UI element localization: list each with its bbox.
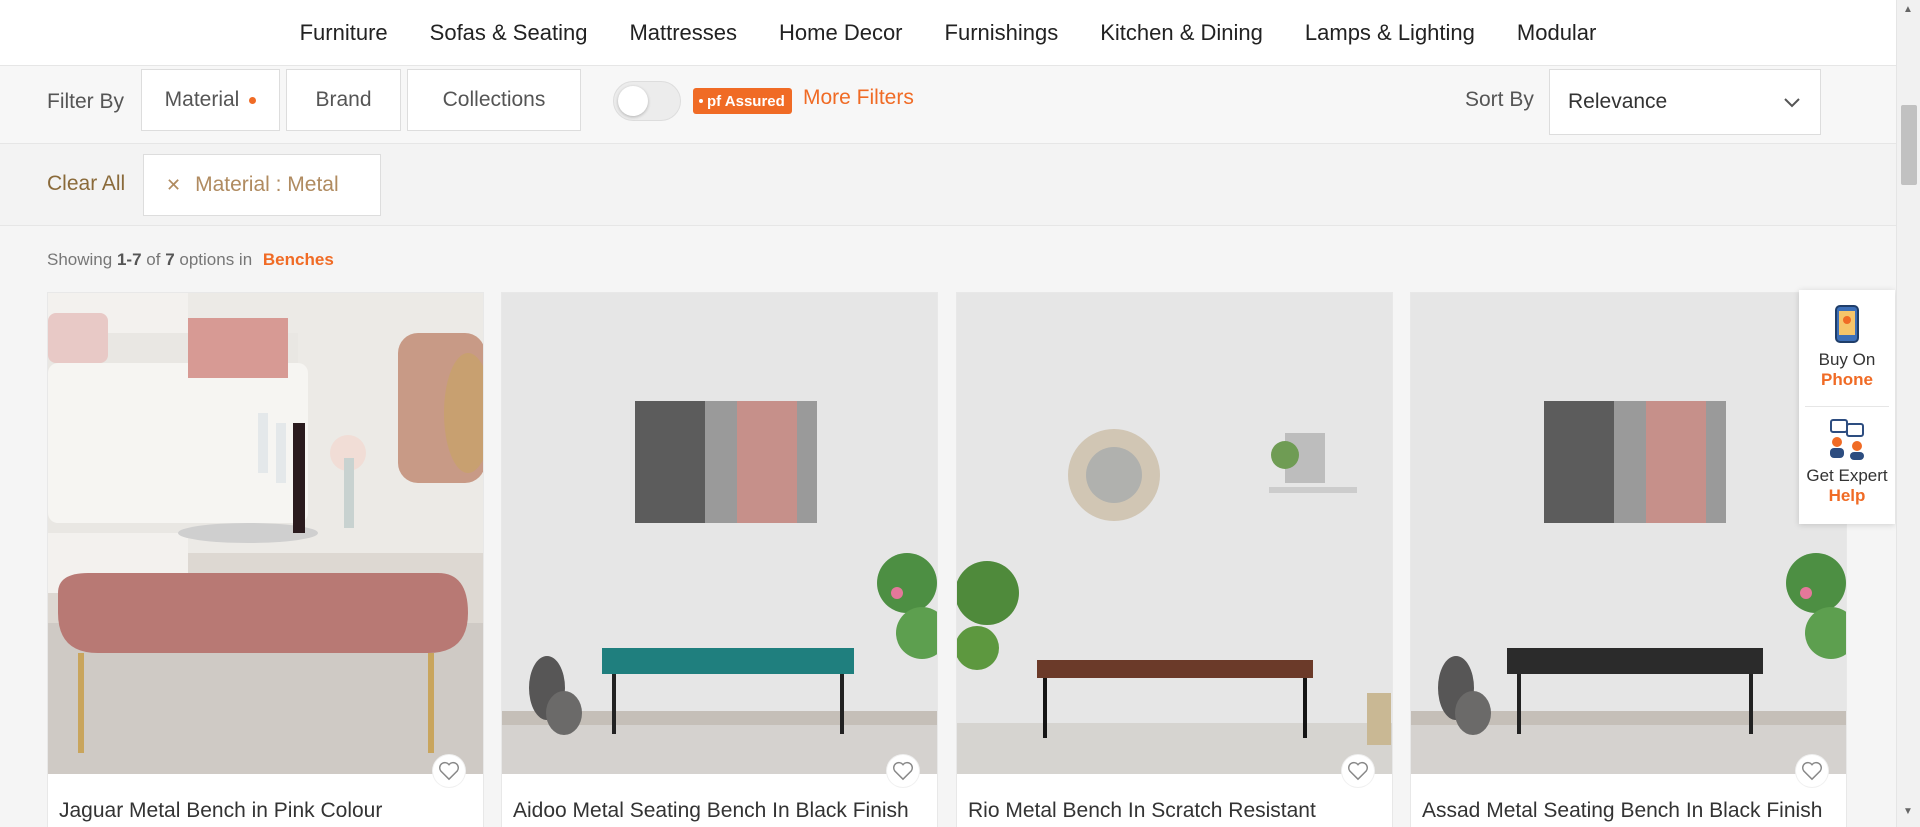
product-card[interactable]: Jaguar Metal Bench in Pink Colour	[47, 292, 484, 827]
close-icon[interactable]: ✕	[166, 175, 181, 196]
wishlist-heart-icon[interactable]	[433, 755, 465, 787]
toggle-knob	[618, 86, 648, 116]
scrollbar-thumb[interactable]	[1901, 105, 1917, 185]
page-scrollbar[interactable]: ▲ ▼	[1896, 0, 1920, 827]
product-image[interactable]	[502, 293, 937, 774]
scroll-down-arrow-icon[interactable]: ▼	[1903, 806, 1913, 817]
material-filter-label: Material	[164, 88, 240, 111]
brand-filter-label: Brand	[315, 88, 372, 111]
product-card[interactable]: Aidoo Metal Seating Bench In Black Finis…	[501, 292, 938, 827]
product-image[interactable]	[1411, 293, 1846, 774]
assured-toggle[interactable]	[613, 81, 681, 121]
product-title[interactable]: Rio Metal Bench In Scratch Resistant	[968, 799, 1316, 823]
pf-assured-label: pf Assured	[707, 92, 785, 110]
filter-bar: Filter By Material Brand Collections pf …	[0, 66, 1896, 144]
brand-filter-button[interactable]: Brand	[286, 69, 401, 131]
results-of: of	[146, 250, 161, 269]
buy-on-label: Buy On	[1818, 350, 1876, 369]
help-label: Help	[1828, 486, 1866, 505]
scroll-up-arrow-icon[interactable]: ▲	[1903, 4, 1913, 15]
top-navigation: Furniture Sofas & Seating Mattresses Hom…	[0, 0, 1896, 66]
wishlist-heart-icon[interactable]	[1796, 755, 1828, 787]
get-expert-label: Get Expert	[1806, 466, 1888, 485]
nav-item-kitchen-dining[interactable]: Kitchen & Dining	[1100, 20, 1263, 46]
active-filter-dot	[249, 96, 257, 104]
results-summary: Showing 1-7 of 7 options in Benches	[47, 250, 334, 270]
product-card[interactable]: Rio Metal Bench In Scratch Resistant	[956, 292, 1393, 827]
wishlist-heart-icon[interactable]	[887, 755, 919, 787]
product-image[interactable]	[957, 293, 1392, 774]
sort-dropdown[interactable]: Relevance	[1549, 69, 1821, 135]
product-card[interactable]: Assad Metal Seating Bench In Black Finis…	[1410, 292, 1847, 827]
category-link[interactable]: Benches	[263, 250, 334, 269]
collections-filter-label: Collections	[442, 88, 546, 111]
product-title[interactable]: Jaguar Metal Bench in Pink Colour	[59, 799, 382, 823]
product-image[interactable]	[48, 293, 483, 774]
sort-selected-value: Relevance	[1568, 90, 1668, 113]
applied-filter-label: Material : Metal	[195, 173, 339, 196]
material-filter-button[interactable]: Material	[141, 69, 280, 131]
phone-icon	[1835, 305, 1859, 343]
badge-dot	[699, 99, 703, 103]
clear-all-button[interactable]: Clear All	[47, 172, 125, 196]
filter-by-label: Filter By	[47, 90, 125, 113]
sort-by-label: Sort By	[1465, 88, 1534, 111]
more-filters-link[interactable]: More Filters	[803, 86, 914, 110]
results-total: 7	[165, 250, 175, 269]
applied-filters-bar: Clear All ✕ Material : Metal	[0, 144, 1896, 226]
applied-filter-chip[interactable]: ✕ Material : Metal	[143, 154, 381, 216]
collections-filter-button[interactable]: Collections	[407, 69, 581, 131]
product-title[interactable]: Assad Metal Seating Bench In Black Finis…	[1422, 799, 1822, 823]
wishlist-heart-icon[interactable]	[1342, 755, 1374, 787]
nav-item-mattresses[interactable]: Mattresses	[629, 20, 737, 46]
nav-item-furnishings[interactable]: Furnishings	[945, 20, 1059, 46]
nav-item-home-decor[interactable]: Home Decor	[779, 20, 902, 46]
phone-label: Phone	[1821, 370, 1873, 389]
results-suffix: options in	[179, 250, 253, 269]
results-prefix: Showing	[47, 250, 113, 269]
help-divider	[1805, 406, 1889, 407]
buy-on-phone-button[interactable]: Buy On Phone	[1799, 304, 1895, 390]
expert-chat-icon	[1830, 419, 1864, 460]
pf-assured-badge: pf Assured	[693, 88, 792, 114]
nav-item-sofas-seating[interactable]: Sofas & Seating	[430, 20, 588, 46]
get-expert-help-button[interactable]: Get Expert Help	[1799, 418, 1895, 506]
nav-item-furniture[interactable]: Furniture	[300, 20, 388, 46]
results-range: 1-7	[116, 250, 142, 269]
nav-item-lamps-lighting[interactable]: Lamps & Lighting	[1305, 20, 1475, 46]
chevron-down-icon	[1784, 98, 1800, 108]
nav-item-modular[interactable]: Modular	[1517, 20, 1596, 46]
floating-help-panel: Buy On Phone Get Expert Help	[1799, 290, 1895, 524]
product-title[interactable]: Aidoo Metal Seating Bench In Black Finis…	[513, 799, 909, 823]
